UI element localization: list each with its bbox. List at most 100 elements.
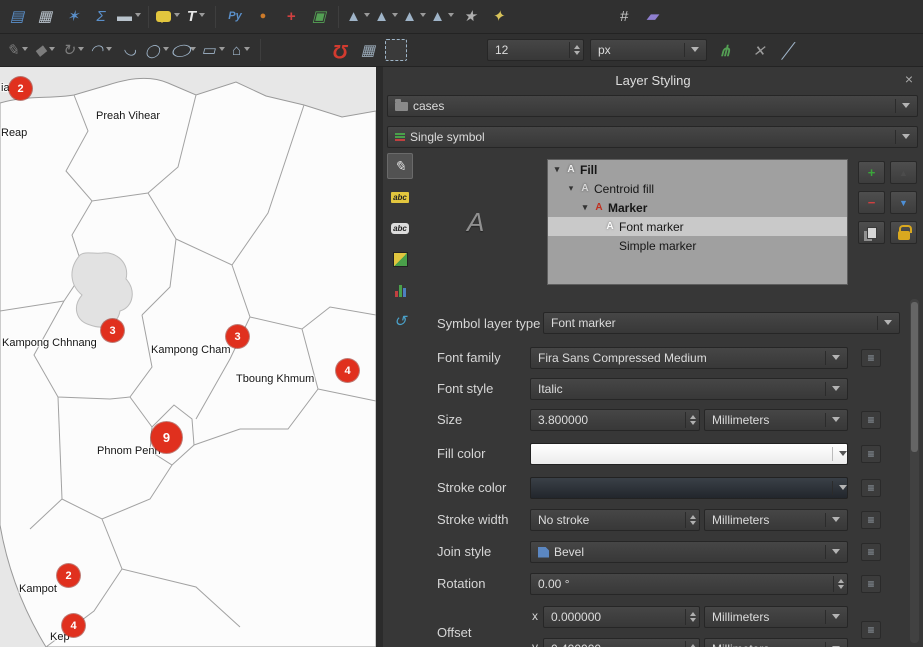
size-unit-combobox[interactable]: Millimeters — [704, 409, 848, 431]
remove-symbol-layer-button[interactable]: − — [858, 191, 885, 214]
offset-y-spinbox[interactable]: 0.400000 — [543, 638, 700, 647]
annotation-bubble-icon[interactable] — [155, 4, 181, 30]
close-panel-icon[interactable]: × — [901, 71, 917, 87]
spin-down-icon[interactable] — [690, 521, 696, 528]
tolerance-units-combobox[interactable]: px — [590, 39, 707, 61]
layer-selector-combobox[interactable]: cases — [387, 95, 918, 117]
favorites-star-icon[interactable]: ★ — [457, 4, 483, 30]
size-spinbox[interactable]: 3.800000 — [530, 409, 700, 431]
offset-x-spinbox[interactable]: 0.000000 — [543, 606, 700, 628]
processing-toolbox-icon[interactable]: ✶ — [60, 4, 86, 30]
cluster-marker[interactable]: 3 — [101, 319, 124, 342]
python-console-icon[interactable]: Py — [222, 4, 248, 30]
rotation-spinbox[interactable]: 0.00 ° — [530, 573, 848, 595]
offset-unit-combobox[interactable]: Millimeters — [704, 606, 848, 628]
spin-down-icon[interactable] — [690, 421, 696, 428]
topological-editing-icon[interactable]: ⋔ — [712, 38, 738, 64]
duplicate-symbol-layer-button[interactable] — [858, 221, 885, 244]
tab-symbology[interactable]: ✎ — [387, 153, 413, 179]
tab-diagrams[interactable] — [387, 277, 413, 303]
data-defined-override-button[interactable]: ≡ — [861, 349, 881, 367]
join-style-combobox[interactable]: Bevel — [530, 541, 848, 563]
data-defined-override-button[interactable]: ≡ — [861, 445, 881, 463]
stroke-width-spinbox[interactable]: No stroke — [530, 509, 700, 531]
data-defined-override-button[interactable]: ≡ — [861, 621, 881, 639]
cluster-marker[interactable]: 4 — [336, 359, 359, 382]
spin-up-icon[interactable] — [574, 42, 580, 49]
spin-down-icon[interactable] — [838, 585, 844, 592]
expander-icon[interactable]: ▾ — [580, 202, 590, 213]
spin-up-icon[interactable] — [690, 512, 696, 519]
spin-up-icon[interactable] — [690, 412, 696, 419]
tab-history[interactable]: ↺ — [387, 308, 413, 334]
tree-row-font-marker[interactable]: A Font marker — [548, 217, 847, 236]
circular-arc-icon[interactable]: ◠ — [88, 37, 114, 63]
panel-scrollbar-thumb[interactable] — [911, 302, 918, 452]
spin-down-icon[interactable] — [690, 618, 696, 625]
tree-row-centroid-fill[interactable]: ▾ A Centroid fill — [548, 179, 847, 198]
edit-label-icon[interactable]: ✎ — [4, 37, 30, 63]
label-highlight-icon[interactable]: ▲ — [401, 4, 427, 30]
dropdown-caret-icon[interactable] — [174, 13, 180, 20]
spin-up-icon[interactable] — [838, 576, 844, 583]
bug-report-icon[interactable]: ● — [250, 4, 276, 30]
tab-3d-view[interactable] — [387, 246, 413, 272]
renderer-combobox[interactable]: Single symbol — [387, 126, 918, 148]
move-down-button[interactable]: ▼ — [890, 191, 917, 214]
layer-diagram-icon[interactable]: ▲ — [373, 4, 399, 30]
tree-row-simple-marker[interactable]: Simple marker — [548, 236, 847, 255]
rotate-label-icon[interactable]: ↻ — [60, 37, 86, 63]
dropdown-caret-icon[interactable] — [135, 13, 141, 20]
dropdown-caret-icon[interactable] — [420, 13, 426, 20]
attribute-table-icon[interactable]: ▦ — [32, 4, 58, 30]
data-defined-override-button[interactable]: ≡ — [861, 543, 881, 561]
fill-color-button[interactable] — [530, 443, 848, 465]
cluster-marker[interactable]: 2 — [57, 564, 80, 587]
panel-splitter[interactable] — [376, 67, 383, 647]
data-source-manager-icon[interactable]: ▤ — [4, 4, 30, 30]
tab-labels[interactable]: abc — [387, 184, 413, 210]
font-style-combobox[interactable]: Italic — [530, 378, 848, 400]
plugin-manager-icon[interactable]: ▣ — [306, 4, 332, 30]
dropdown-caret-icon[interactable] — [448, 13, 454, 20]
dropdown-caret-icon[interactable] — [219, 47, 225, 54]
grid-composer-icon[interactable]: # — [611, 4, 637, 30]
dropdown-caret-icon[interactable] — [364, 13, 370, 20]
label-pin-icon[interactable]: ▲ — [429, 4, 455, 30]
data-defined-override-button[interactable]: ≡ — [861, 411, 881, 429]
georeferencer-icon[interactable]: + — [278, 4, 304, 30]
selection-rectangle-toggle-icon[interactable] — [383, 37, 409, 63]
stroke-color-button[interactable] — [530, 477, 848, 499]
data-defined-override-button[interactable]: ≡ — [861, 575, 881, 593]
dropdown-caret-icon[interactable] — [190, 47, 196, 54]
cluster-marker[interactable]: 2 — [9, 77, 32, 100]
dropdown-caret-icon[interactable] — [106, 47, 112, 54]
spin-down-icon[interactable] — [574, 51, 580, 58]
layer-labeling-icon[interactable]: ▲ — [345, 4, 371, 30]
symbol-layer-type-combobox[interactable]: Font marker — [543, 312, 900, 334]
rectangle-tool-icon[interactable]: ▭ — [200, 37, 226, 63]
sparkle-icon[interactable]: ✦ — [485, 4, 511, 30]
dropdown-caret-icon[interactable] — [163, 47, 169, 54]
tree-row-fill[interactable]: ▾ A Fill — [548, 160, 847, 179]
offset-y-unit-combobox[interactable]: Millimeters — [704, 638, 848, 647]
dropdown-caret-icon[interactable] — [22, 47, 28, 54]
snapping-magnet-icon[interactable]: Ω — [327, 37, 353, 63]
stroke-width-unit-combobox[interactable]: Millimeters — [704, 509, 848, 531]
data-defined-override-button[interactable]: ≡ — [861, 479, 881, 497]
dropdown-caret-icon[interactable] — [78, 47, 84, 54]
spin-up-icon[interactable] — [690, 609, 696, 616]
move-label-icon[interactable]: ◆ — [32, 37, 58, 63]
split-line-icon[interactable]: ╱ — [774, 38, 800, 64]
move-up-button[interactable]: ▲ — [890, 161, 917, 184]
font-family-combobox[interactable]: Fira Sans Compressed Medium — [530, 347, 848, 369]
dropdown-caret-icon[interactable] — [392, 13, 398, 20]
tolerance-spinbox[interactable]: 12 — [487, 39, 584, 61]
arc-segment-icon[interactable]: ◠ — [116, 37, 142, 63]
cluster-marker[interactable]: 3 — [226, 325, 249, 348]
ellipse-tool-icon[interactable]: ◯ — [172, 37, 198, 63]
snap-to-grid-icon[interactable]: ▦ — [355, 37, 381, 63]
expander-icon[interactable]: ▾ — [552, 164, 562, 175]
expander-icon[interactable]: ▾ — [566, 183, 576, 194]
measure-icon[interactable]: ▬ — [116, 4, 142, 30]
